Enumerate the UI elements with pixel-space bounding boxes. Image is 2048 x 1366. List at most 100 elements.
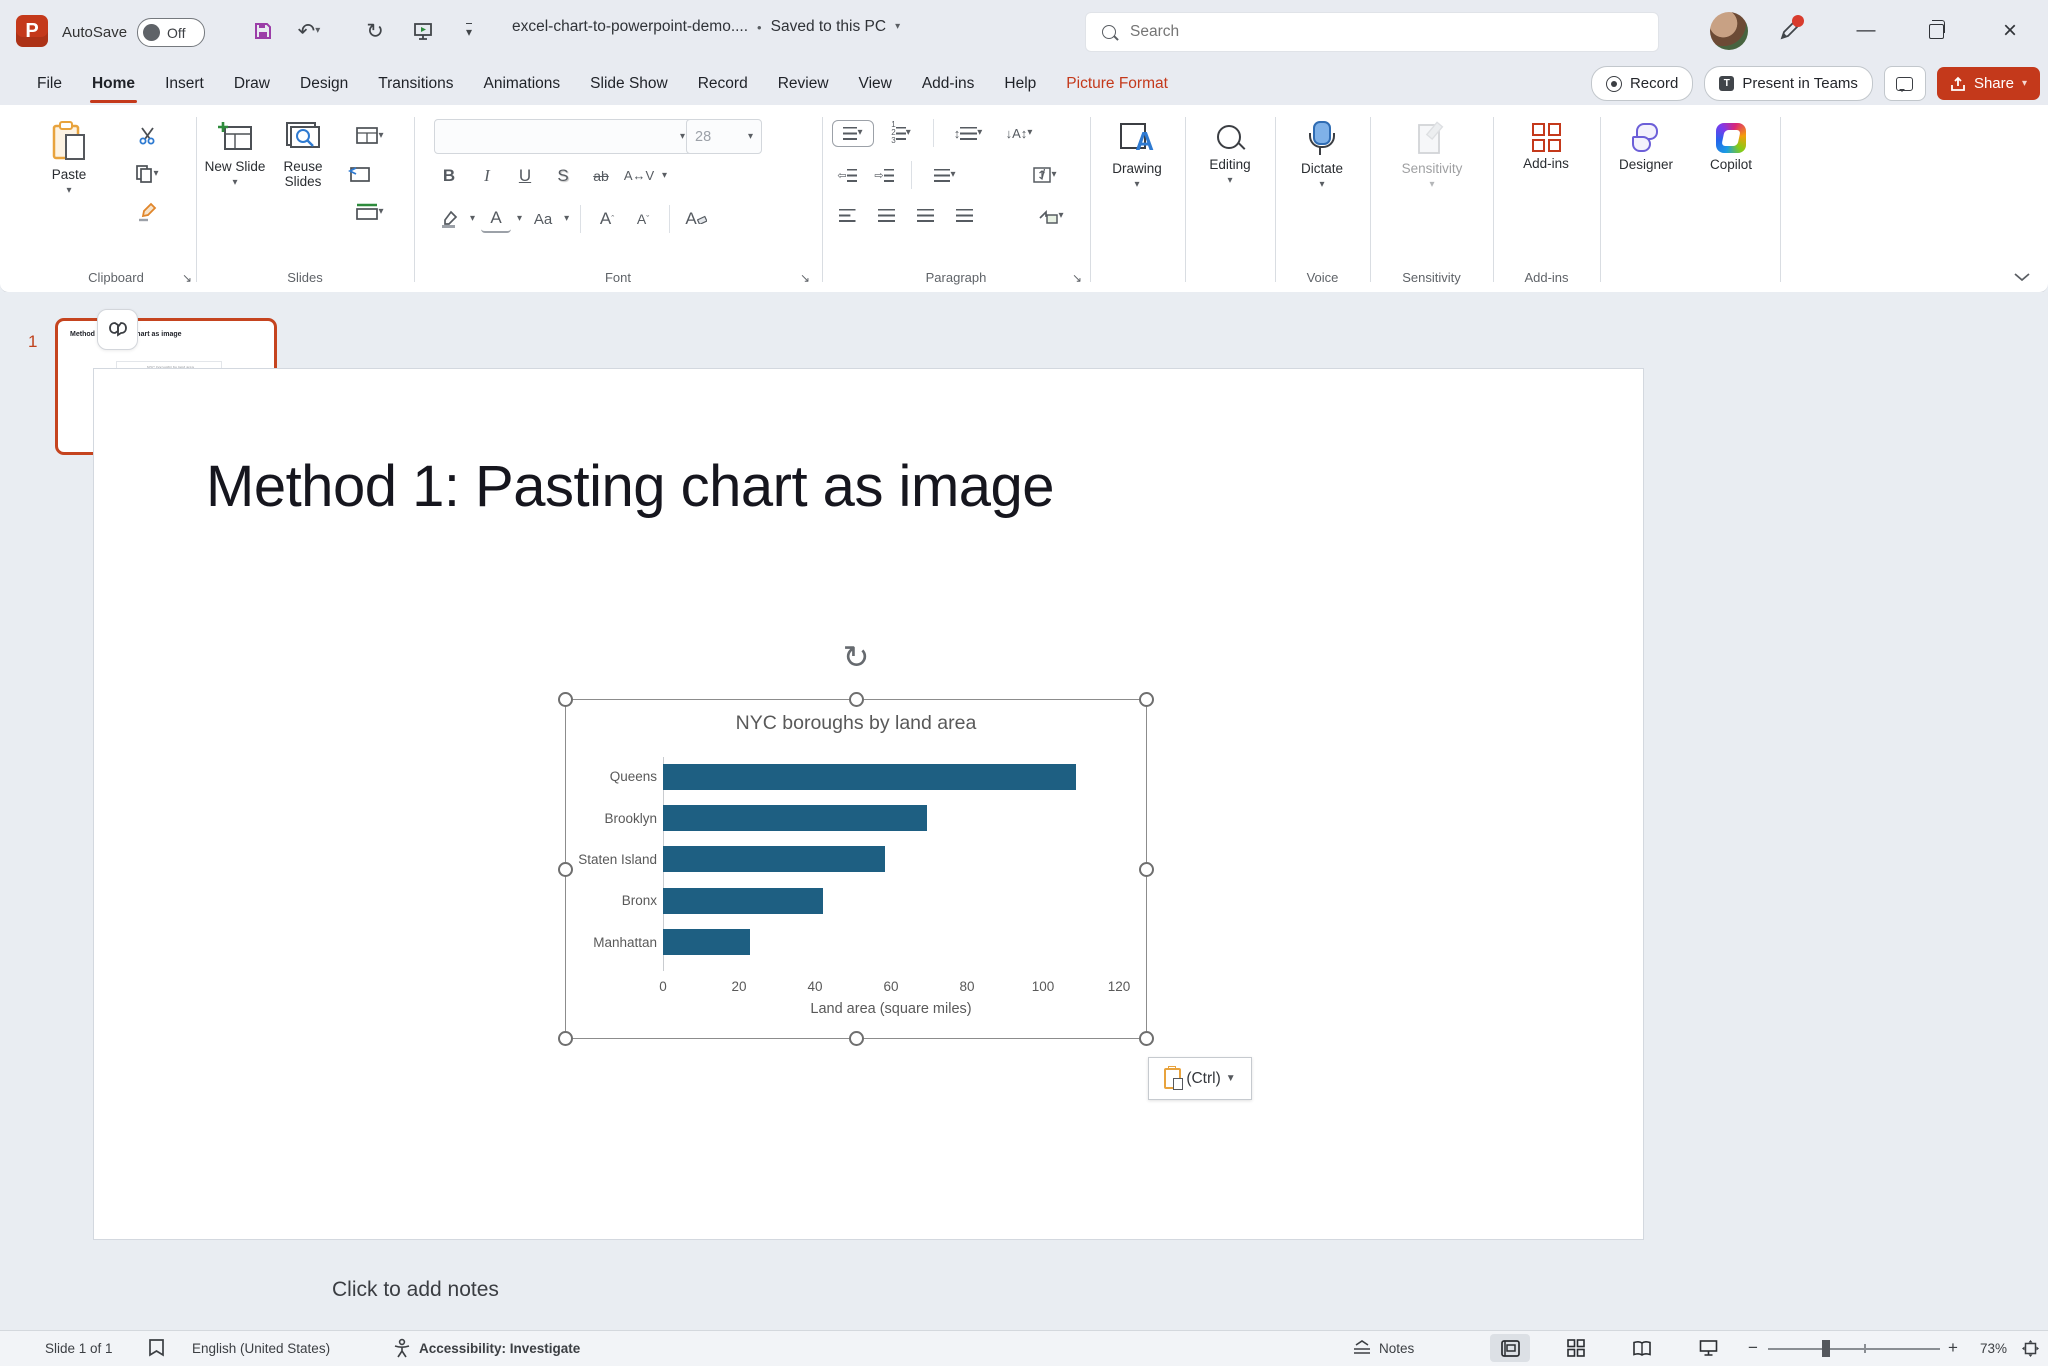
convert-to-smartart-button[interactable]: ▾ [1028,203,1074,228]
format-painter-button[interactable] [132,199,162,224]
chart-image[interactable]: ↻ NYC boroughs by land area QueensBrookl… [565,699,1147,1039]
paste-options-button[interactable]: (Ctrl) ▼ [1148,1057,1252,1100]
autosave-toggle[interactable]: Off [137,18,205,47]
tab-slide-show[interactable]: Slide Show [575,62,683,105]
normal-view-button[interactable] [1490,1334,1530,1362]
slide-copilot-button[interactable] [97,309,138,350]
resize-handle-top-middle[interactable] [849,692,864,707]
cut-button[interactable] [132,123,162,148]
saved-status[interactable]: Saved to this PC [771,18,886,36]
copy-button[interactable]: ▾ [132,161,162,186]
autosave-control[interactable]: AutoSave Off [62,18,205,47]
redo-button[interactable]: ↻ [358,14,392,48]
tab-file[interactable]: File [22,62,77,105]
close-button[interactable]: × [1982,0,2038,62]
notes-pane[interactable]: Click to add notes [310,1244,2048,1330]
paste-button[interactable]: Paste ▾ [50,121,88,196]
resize-handle-bottom-right[interactable] [1139,1031,1154,1046]
tab-review[interactable]: Review [763,62,844,105]
line-spacing-button[interactable]: ↕▾ [946,121,990,146]
zoom-slider[interactable] [1768,1348,1940,1350]
bold-button[interactable]: B [434,163,464,188]
fit-to-window-button[interactable] [2022,1331,2039,1365]
tab-home[interactable]: Home [77,62,150,105]
resize-handle-top-right[interactable] [1139,692,1154,707]
reuse-slides-button[interactable]: Reuse Slides [274,121,332,189]
section-button[interactable]: ▾ [344,199,396,224]
resize-handle-top-left[interactable] [558,692,573,707]
comments-button[interactable] [1884,66,1926,101]
reset-slide-button[interactable] [344,161,374,186]
align-left-button[interactable] [832,203,862,228]
columns-button[interactable]: ▾ [924,163,966,188]
dictate-button[interactable]: Dictate ▾ [1289,121,1355,190]
slide-layout-button[interactable]: ▾ [344,123,396,148]
font-name-combobox[interactable]: ▾ [434,119,694,154]
numbering-button[interactable]: 123▾ [881,121,921,146]
justify-button[interactable] [949,203,979,228]
text-shadow-button[interactable]: S [548,163,578,188]
present-in-teams-button[interactable]: T Present in Teams [1704,66,1873,101]
shrink-font-button[interactable]: Aˇ [628,207,658,232]
customize-toolbar-button[interactable]: ▾ [452,14,486,48]
save-button[interactable] [246,14,280,48]
notes-placeholder[interactable]: Click to add notes [332,1278,499,1302]
powerpoint-logo-icon[interactable]: P [16,15,48,47]
zoom-level[interactable]: 73% [1980,1331,2007,1365]
increase-indent-button[interactable]: ⇨ [869,163,899,188]
zoom-out-button[interactable]: − [1748,1331,1758,1365]
tab-transitions[interactable]: Transitions [363,62,468,105]
clipboard-dialog-launcher[interactable]: ↘ [182,271,192,285]
strikethrough-button[interactable]: ab [586,163,616,188]
search-input[interactable] [1128,22,1572,42]
grow-font-button[interactable]: Aˆ [592,207,622,232]
resize-handle-middle-left[interactable] [558,862,573,877]
editing-button[interactable]: Editing ▾ [1195,123,1265,186]
tab-draw[interactable]: Draw [219,62,285,105]
reading-view-button[interactable] [1622,1334,1662,1362]
align-center-button[interactable] [871,203,901,228]
highlight-color-button[interactable] [434,207,464,232]
clear-formatting-button[interactable]: A [681,207,711,232]
underline-button[interactable]: U [510,163,540,188]
slideshow-view-button[interactable] [1688,1334,1728,1362]
align-right-button[interactable] [910,203,940,228]
tab-animations[interactable]: Animations [468,62,575,105]
drawing-button[interactable]: A Drawing ▾ [1102,123,1172,190]
align-text-button[interactable]: ▾ [1023,163,1067,188]
language-button[interactable]: English (United States) [192,1331,330,1365]
change-case-button[interactable]: Aa [528,207,558,232]
tab-help[interactable]: Help [989,62,1051,105]
tab-picture-format[interactable]: Picture Format [1051,62,1183,105]
font-size-combobox[interactable]: 28 ▾ [686,119,762,154]
spell-check-button[interactable] [148,1331,165,1365]
resize-handle-middle-right[interactable] [1139,862,1154,877]
slide-sorter-view-button[interactable] [1556,1334,1596,1362]
avatar[interactable] [1710,12,1748,50]
minimize-button[interactable]: — [1838,0,1894,62]
search-bar[interactable] [1085,12,1659,52]
resize-handle-bottom-left[interactable] [558,1031,573,1046]
record-button[interactable]: Record [1591,66,1693,101]
tab-add-ins[interactable]: Add-ins [907,62,990,105]
restore-button[interactable] [1908,0,1964,62]
rotate-handle[interactable]: ↻ [839,640,873,674]
text-direction-button[interactable]: ↓A↕▾ [997,121,1041,146]
font-dialog-launcher[interactable]: ↘ [800,271,810,285]
collapse-ribbon-button[interactable] [2014,273,2030,282]
zoom-slider-thumb[interactable] [1822,1340,1830,1357]
decrease-indent-button[interactable]: ⇦ [832,163,862,188]
start-slideshow-button[interactable] [406,14,440,48]
notes-button[interactable]: Notes [1352,1331,1414,1365]
paragraph-dialog-launcher[interactable]: ↘ [1072,271,1082,285]
tab-design[interactable]: Design [285,62,363,105]
coming-soon-icon[interactable] [1772,14,1806,48]
tab-view[interactable]: View [844,62,907,105]
slide-title[interactable]: Method 1: Pasting chart as image [206,453,1054,520]
bullets-button[interactable]: ▾ [832,120,874,147]
font-color-button[interactable]: A [481,205,511,233]
copilot-button[interactable]: Copilot [1696,123,1766,172]
tab-insert[interactable]: Insert [150,62,219,105]
designer-button[interactable]: Designer [1608,123,1684,172]
document-title[interactable]: excel-chart-to-powerpoint-demo.... • Sav… [512,18,900,36]
